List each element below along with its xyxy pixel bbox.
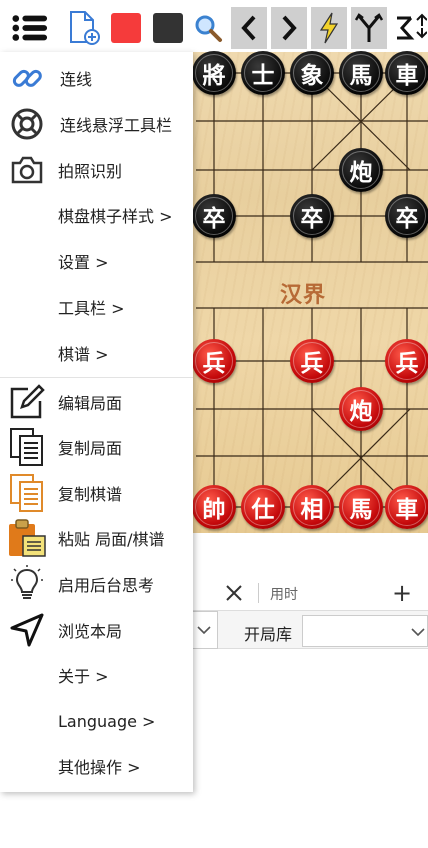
black-piece[interactable]: 將 [192, 51, 236, 95]
black-piece[interactable]: 士 [241, 51, 285, 95]
timer-row: 用时 + [192, 575, 428, 611]
menu-label: 连线 [60, 70, 93, 89]
red-piece[interactable]: 仕 [241, 485, 285, 529]
opening-book-dropdown[interactable] [302, 615, 428, 647]
river-text: 汉界 [280, 283, 327, 308]
menu-label: 编辑局面 [58, 394, 123, 413]
hamburger-menu-icon[interactable] [12, 8, 48, 48]
menu-label: 浏览本局 [58, 622, 123, 641]
menu-label: 棋谱 > [58, 345, 109, 364]
black-square-icon[interactable] [150, 8, 186, 48]
search-icon[interactable] [190, 8, 226, 48]
divider [258, 583, 259, 603]
chevron-left-icon[interactable] [231, 7, 267, 49]
sort-icon[interactable] [392, 8, 428, 48]
menu-item-paste[interactable]: 粘贴 局面/棋谱 [0, 516, 193, 560]
navigate-arrow-icon [6, 609, 48, 651]
menu-item-copy-record[interactable]: 复制棋谱 [0, 471, 193, 515]
menu-label: 棋盘棋子样式 > [58, 207, 173, 226]
copy-document-icon [6, 426, 48, 468]
chevron-down-icon [411, 628, 425, 637]
menu-item-connect[interactable]: 连线 [0, 56, 193, 100]
menu-item-board-style[interactable]: 棋盘棋子样式 > [0, 193, 193, 237]
close-icon[interactable] [222, 581, 246, 605]
paste-clipboard-icon [6, 517, 48, 559]
menu-item-other-actions[interactable]: 其他操作 > [0, 744, 193, 788]
menu-label: 其他操作 > [58, 758, 141, 777]
chevron-right-icon[interactable] [271, 7, 307, 49]
opening-book-label: 开局库 [244, 625, 293, 644]
opening-row: 开局库 [192, 611, 428, 649]
menu-label: 拍照识别 [58, 162, 123, 181]
red-piece[interactable]: 車 [385, 485, 428, 529]
red-square-icon[interactable] [108, 8, 144, 48]
menu-item-about[interactable]: 关于 > [0, 653, 193, 697]
black-piece[interactable]: 馬 [339, 51, 383, 95]
edit-icon [6, 381, 48, 423]
black-piece[interactable]: 象 [290, 51, 334, 95]
toolbar [0, 0, 428, 54]
menu-item-photo-recognition[interactable]: 拍照识别 [0, 148, 193, 192]
app-root: 汉界 將士象馬車炮卒卒卒兵兵兵炮帥仕相馬車 用时 + 开局库 连线 连线悬浮工具… [0, 0, 428, 848]
red-piece[interactable]: 兵 [290, 339, 334, 383]
red-piece[interactable]: 兵 [385, 339, 428, 383]
add-button[interactable]: + [392, 581, 412, 605]
timer-label: 用时 [270, 587, 298, 603]
black-piece[interactable]: 炮 [339, 148, 383, 192]
chevron-down-icon [197, 626, 211, 635]
menu-item-background-thinking[interactable]: 启用后台思考 [0, 562, 193, 606]
lightning-icon[interactable] [311, 7, 347, 49]
menu-label: 复制棋谱 [58, 485, 123, 504]
black-piece[interactable]: 卒 [192, 194, 236, 238]
left-dropdown[interactable] [192, 611, 218, 649]
menu-label: 连线悬浮工具栏 [60, 116, 173, 135]
lifebuoy-icon [6, 103, 48, 145]
menu-item-copy-position[interactable]: 复制局面 [0, 425, 193, 469]
menu-label: 粘贴 局面/棋谱 [58, 530, 165, 549]
black-piece[interactable]: 卒 [385, 194, 428, 238]
camera-icon [6, 149, 48, 191]
red-piece[interactable]: 馬 [339, 485, 383, 529]
menu-divider [0, 377, 193, 378]
menu-label: 启用后台思考 [58, 576, 155, 595]
red-piece[interactable]: 帥 [192, 485, 236, 529]
new-document-icon[interactable] [66, 8, 102, 48]
menu-label: Language > [58, 711, 156, 731]
menu-item-settings[interactable]: 设置 > [0, 239, 193, 283]
menu-label: 工具栏 > [58, 299, 125, 318]
copy-record-icon [6, 472, 48, 514]
menu-item-game-record[interactable]: 棋谱 > [0, 331, 193, 375]
lightbulb-icon [6, 563, 48, 605]
menu-label: 复制局面 [58, 439, 123, 458]
menu-item-floating-toolbar[interactable]: 连线悬浮工具栏 [0, 102, 193, 146]
menu-item-language[interactable]: Language > [0, 699, 193, 743]
branch-icon[interactable] [351, 7, 387, 49]
dropdown-menu: 连线 连线悬浮工具栏 拍照识别 棋盘棋子样式 > 设置 > 工具栏 > 棋谱 > [0, 52, 193, 792]
menu-item-browse-game[interactable]: 浏览本局 [0, 608, 193, 652]
black-piece[interactable]: 車 [385, 51, 428, 95]
link-icon [6, 57, 48, 99]
red-piece[interactable]: 兵 [192, 339, 236, 383]
black-piece[interactable]: 卒 [290, 194, 334, 238]
menu-label: 设置 > [58, 253, 109, 272]
menu-item-toolbar[interactable]: 工具栏 > [0, 285, 193, 329]
menu-label: 关于 > [58, 667, 109, 686]
red-piece[interactable]: 相 [290, 485, 334, 529]
menu-item-edit-position[interactable]: 编辑局面 [0, 380, 193, 424]
red-piece[interactable]: 炮 [339, 387, 383, 431]
